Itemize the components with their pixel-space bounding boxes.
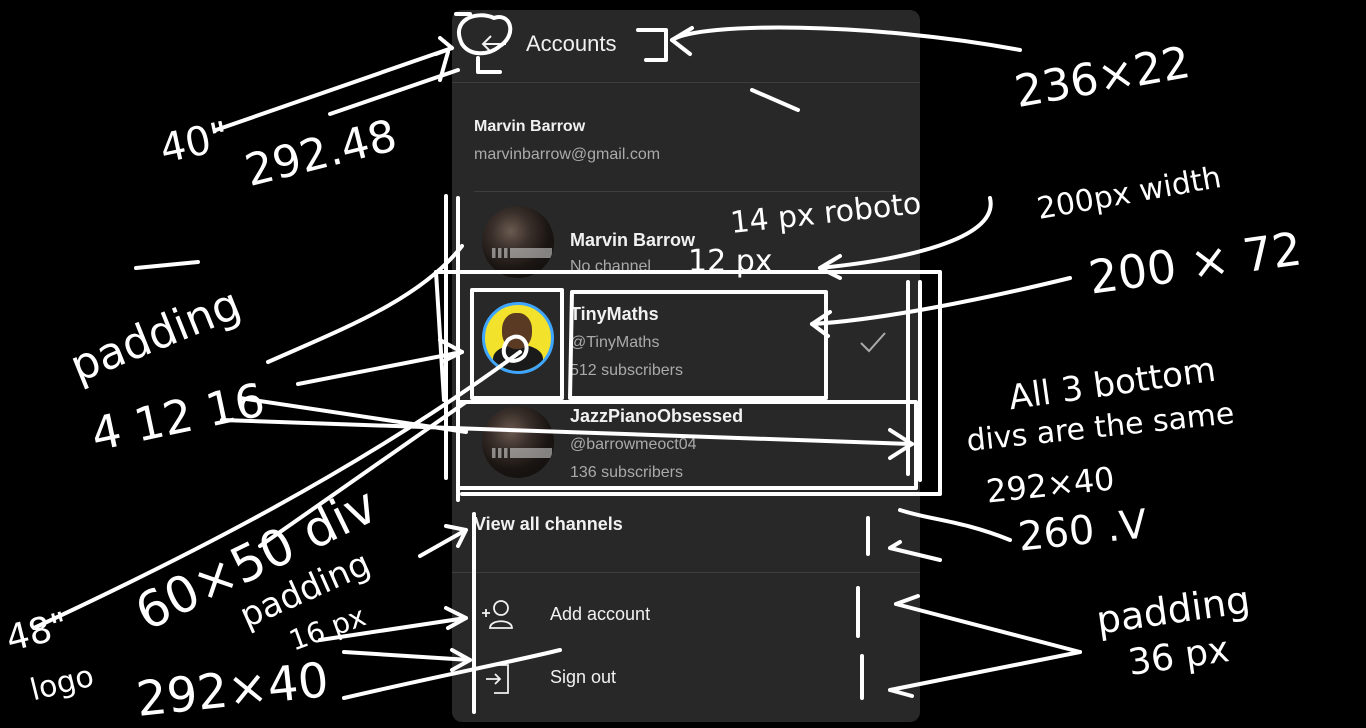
sign-out-label: Sign out xyxy=(550,667,617,687)
channel-name: Marvin Barrow xyxy=(570,230,696,250)
divider xyxy=(474,191,898,192)
add-person-icon xyxy=(482,600,513,629)
sign-out-button[interactable]: Sign out xyxy=(474,655,898,701)
accounts-header: Accounts xyxy=(452,10,920,83)
channel-avatar xyxy=(482,206,554,278)
annotation-note: 292×40 xyxy=(984,459,1117,511)
channel-subscribers: 512 subscribers xyxy=(570,362,683,379)
channel-avatar xyxy=(482,302,554,374)
add-account-button[interactable]: Add account xyxy=(474,592,898,638)
channel-handle: @TinyMaths xyxy=(570,334,660,351)
annotation-note: 40" xyxy=(155,113,234,173)
user-email: marvinbarrow@gmail.com xyxy=(474,146,661,163)
channel-subscribers: 136 subscribers xyxy=(570,464,683,481)
page-title: Accounts xyxy=(526,31,617,56)
divider xyxy=(452,572,920,573)
annotation-note: 260 .V xyxy=(1015,501,1150,561)
annotation-note: logo xyxy=(26,658,98,709)
channel-item-selected[interactable]: TinyMaths @TinyMaths 512 subscribers xyxy=(474,290,898,379)
view-all-channels-link[interactable]: View all channels xyxy=(474,510,898,550)
annotation-note: 4 12 16 xyxy=(86,372,270,462)
annotation-note: 48" xyxy=(1,605,73,660)
current-user: Marvin Barrow marvinbarrow@gmail.com xyxy=(474,116,660,166)
back-arrow-icon xyxy=(481,35,506,53)
user-name: Marvin Barrow xyxy=(474,118,586,135)
annotation-note: 200px width xyxy=(1034,160,1224,227)
annotation-note: 236×22 xyxy=(1010,37,1194,118)
accounts-panel: Accounts Marvin Barrow marvinbarrow@gmai… xyxy=(452,10,920,722)
back-button[interactable] xyxy=(474,28,514,60)
channel-name: JazzPianoObsessed xyxy=(570,406,744,426)
add-account-label: Add account xyxy=(550,604,651,624)
annotation-note: padding xyxy=(1093,577,1253,643)
annotation-note: 12 px xyxy=(688,244,773,279)
channel-handle: @barrowmeoct04 xyxy=(570,436,697,453)
annotation-note: 200 × 72 xyxy=(1085,221,1305,305)
channel-name: TinyMaths xyxy=(570,304,659,324)
channel-item[interactable]: JazzPianoObsessed @barrowmeoct04 136 sub… xyxy=(474,400,898,488)
annotation-note: 292.48 xyxy=(240,110,402,197)
checkmark-icon xyxy=(860,332,886,353)
channel-avatar xyxy=(482,406,554,478)
annotation-note: 36 px xyxy=(1125,629,1232,684)
channel-handle: No channel xyxy=(570,258,651,275)
sign-out-icon xyxy=(486,664,509,694)
annotation-note: padding xyxy=(62,278,248,393)
annotation-note: 292×40 xyxy=(133,652,332,728)
